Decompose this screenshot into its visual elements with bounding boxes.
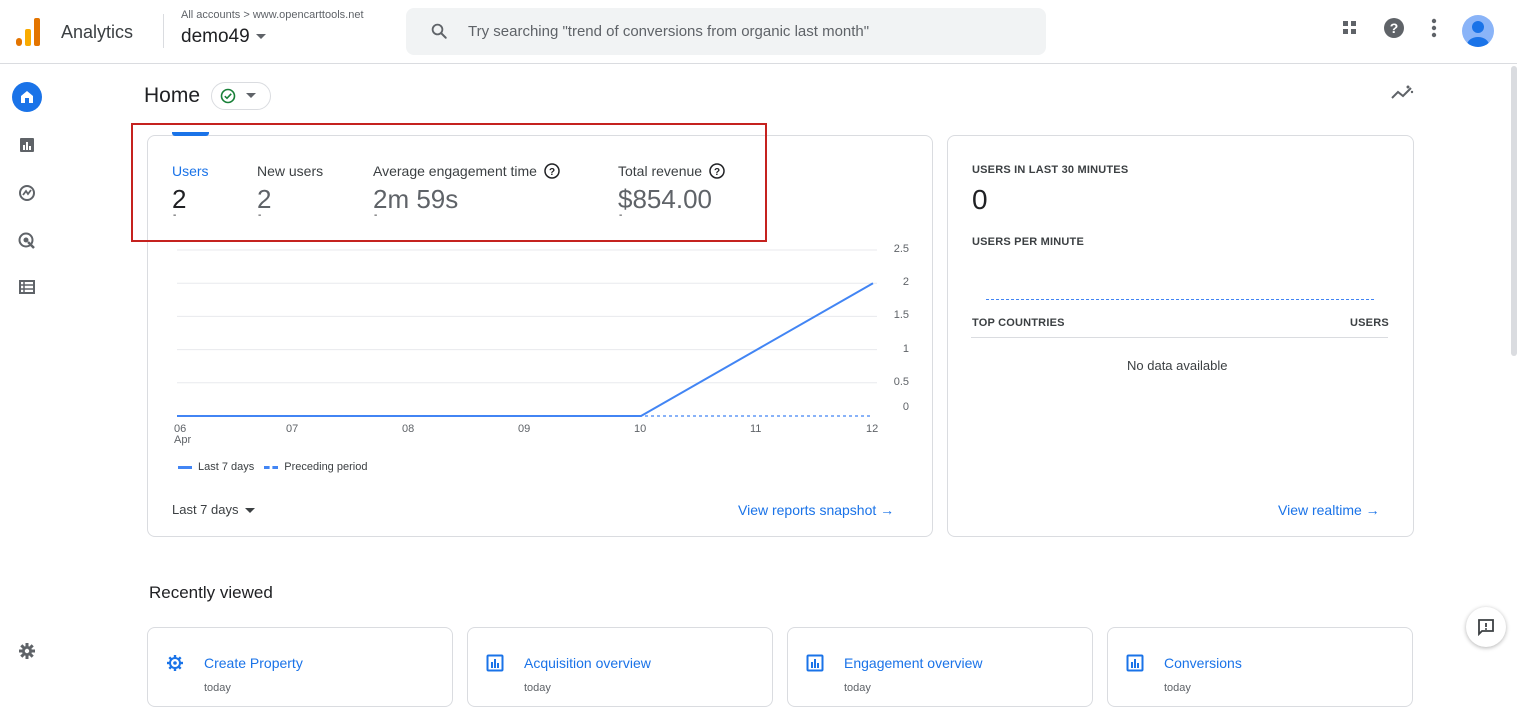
date-range-label: Last 7 days — [172, 502, 239, 517]
recent-card-acquisition[interactable]: Acquisition overview today — [467, 627, 773, 707]
recent-card-time: today — [524, 682, 551, 694]
scrollbar[interactable] — [1511, 66, 1517, 356]
x-tick-sublabel: Apr — [174, 434, 192, 446]
caret-down-icon — [244, 508, 255, 514]
settings-icon — [167, 655, 183, 671]
report-icon — [806, 654, 824, 672]
realtime-card — [947, 135, 1414, 537]
feedback-icon — [1478, 619, 1494, 636]
x-tick-label: 09 — [518, 423, 531, 435]
empty-state-text: No data available — [1127, 358, 1228, 373]
report-icon — [486, 654, 504, 672]
top-countries-header: TOP COUNTRIES — [972, 317, 1065, 329]
view-realtime-link[interactable]: View realtime → — [1278, 502, 1380, 518]
legend-dashed-swatch — [264, 465, 279, 469]
x-tick-label: 08 — [402, 423, 415, 435]
recently-viewed-title: Recently viewed — [149, 583, 273, 602]
recent-card-engagement[interactable]: Engagement overview today — [787, 627, 1093, 707]
recent-card-title: Create Property — [204, 655, 303, 671]
date-range-selector[interactable]: Last 7 days — [172, 502, 255, 517]
x-tick-label: 10 — [634, 423, 647, 435]
x-tick-label: 11 — [750, 423, 762, 435]
realtime-value: 0 — [972, 184, 988, 215]
recent-card-time: today — [844, 682, 871, 694]
x-tick-label: 06 Apr — [174, 423, 192, 446]
realtime-title: USERS IN LAST 30 MINUTES — [972, 164, 1129, 176]
y-tick-label: 1 — [902, 342, 909, 355]
recent-card-conversions[interactable]: Conversions today — [1107, 627, 1413, 707]
legend-current: Last 7 days — [198, 461, 255, 473]
recent-card-title: Acquisition overview — [524, 655, 651, 671]
chart-legend: Last 7 days Preceding period — [178, 461, 367, 473]
y-tick-label: 0 — [902, 401, 909, 413]
view-reports-snapshot-link[interactable]: View reports snapshot → — [738, 502, 894, 518]
y-tick-label: 2.5 — [893, 243, 909, 255]
legend-solid-swatch — [178, 465, 192, 469]
legend-previous: Preceding period — [284, 461, 368, 473]
report-icon — [1126, 654, 1144, 672]
x-tick-label: 07 — [286, 423, 299, 435]
recent-card-title: Conversions — [1164, 655, 1242, 671]
y-tick-label: 2 — [902, 276, 909, 289]
recent-card-create-property[interactable]: Create Property today — [147, 627, 453, 707]
per-minute-sparkline — [986, 299, 1374, 300]
table-divider — [971, 337, 1388, 338]
users-per-minute-label: USERS PER MINUTE — [972, 236, 1084, 248]
x-tick-label: 12 — [866, 423, 879, 435]
recent-card-time: today — [204, 682, 231, 694]
users-header: USERS — [1350, 317, 1389, 329]
recent-card-time: today — [1164, 682, 1191, 694]
y-tick-label: 1.5 — [893, 309, 909, 322]
y-tick-label: 0.5 — [893, 375, 909, 388]
recent-card-title: Engagement overview — [844, 655, 983, 671]
feedback-button[interactable] — [1466, 607, 1506, 647]
